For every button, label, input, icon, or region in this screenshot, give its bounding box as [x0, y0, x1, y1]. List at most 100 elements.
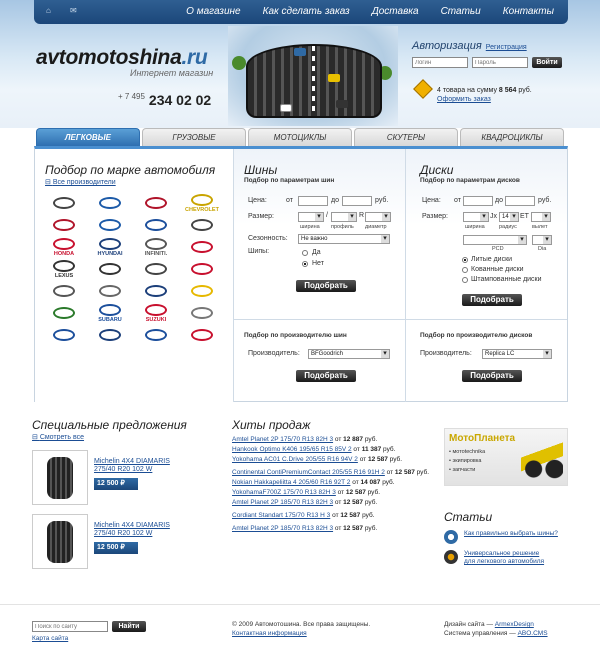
password-input[interactable]: [472, 57, 528, 68]
brand-gaz-logo[interactable]: [179, 324, 225, 346]
all-brands-label: Все производители: [52, 179, 116, 186]
cast-discs-radio[interactable]: [462, 257, 468, 263]
register-link[interactable]: Регистрация: [486, 44, 527, 51]
login-input[interactable]: [412, 57, 468, 68]
bestseller-link[interactable]: YokohamaF700Z 175/70 R13 82H 3: [232, 489, 336, 496]
all-brands-link[interactable]: ⊟ Все производители: [45, 178, 116, 186]
contacts-link[interactable]: Контактная информация: [232, 630, 307, 637]
site-search-input[interactable]: [32, 621, 108, 632]
brand-renault-logo[interactable]: [179, 280, 225, 302]
brand-volkswagen-logo[interactable]: [41, 324, 87, 346]
suzuki-logo-icon: [145, 303, 167, 316]
bestseller-link[interactable]: Hankook Optimo K406 195/65 R15 85V 2: [232, 446, 352, 453]
brand-mazda-logo[interactable]: [87, 258, 133, 280]
tire-width-select[interactable]: [298, 212, 324, 222]
brand-nissan-logo[interactable]: [41, 280, 87, 302]
brand-kia-logo[interactable]: [179, 236, 225, 258]
tire-price-label: Цена:: [248, 197, 267, 204]
bestseller-link[interactable]: Continental ContiPremiumContact 205/55 R…: [232, 469, 385, 476]
nav-articles[interactable]: Статьи: [441, 6, 481, 17]
logo-tld: .ru: [181, 46, 208, 69]
disc-offset-select[interactable]: [531, 212, 551, 222]
tire-search-button[interactable]: Подобрать: [296, 280, 356, 292]
brand-lexus-logo[interactable]: LEXUS: [41, 258, 87, 280]
brand-subaru-logo[interactable]: SUBARU: [87, 302, 133, 324]
brand-audi-logo[interactable]: [41, 192, 87, 214]
disc-price-from-input[interactable]: [463, 196, 493, 206]
season-select[interactable]: Не важно: [298, 234, 390, 244]
spikes-no-radio[interactable]: [302, 261, 308, 267]
disc-radius-select[interactable]: 14: [499, 212, 519, 222]
home-icon[interactable]: ⌂: [46, 7, 55, 15]
disc-search-button[interactable]: Подобрать: [462, 294, 522, 306]
bestseller-link[interactable]: Yokohama AC01 C.Drive 205/55 R16 94V 2: [232, 456, 358, 463]
tire-image[interactable]: [32, 514, 88, 569]
nav-about[interactable]: О магазине: [186, 6, 240, 17]
disc-maker-select[interactable]: Replica LC: [482, 349, 552, 359]
login-button[interactable]: Войти: [532, 57, 562, 68]
brand-label: CHEVROLET: [185, 206, 219, 213]
designer-link[interactable]: ArmexDesign: [495, 621, 534, 628]
sitemap-link[interactable]: Карта сайта: [32, 635, 68, 642]
site-logo[interactable]: avtomotoshina.ru: [36, 46, 208, 70]
site-search-button[interactable]: Найти: [112, 621, 146, 632]
brand-peugeot-logo[interactable]: [133, 280, 179, 302]
tire-maker-search-button[interactable]: Подобрать: [296, 370, 356, 382]
tire-price-from-input[interactable]: [298, 196, 328, 206]
brand-citroen-logo[interactable]: [41, 214, 87, 236]
tab-cars[interactable]: ЛЕГКОВЫЕ: [36, 128, 140, 146]
disc-price-to-input[interactable]: [505, 196, 535, 206]
brand-opel-logo[interactable]: [87, 280, 133, 302]
bestseller-link[interactable]: Amtel Planet 2P 185/70 R13 82H 3: [232, 499, 333, 506]
bestseller-link[interactable]: Amtel Planet 2P 185/70 R13 82H 3: [232, 525, 333, 532]
spikes-yes-radio[interactable]: [302, 250, 308, 256]
product-name-link[interactable]: Michelin 4X4 DIAMARIS 275/40 R20 102 W: [94, 458, 184, 474]
nav-how-to-order[interactable]: Как сделать заказ: [263, 6, 350, 17]
checkout-link[interactable]: Оформить заказ: [437, 96, 491, 103]
nav-contacts[interactable]: Контакты: [503, 6, 554, 17]
article-link[interactable]: Универсальное решение для легкового авто…: [464, 550, 544, 566]
brand-daewoo-logo[interactable]: [87, 214, 133, 236]
brand-suzuki-logo[interactable]: SUZUKI: [133, 302, 179, 324]
brand-volvo-logo[interactable]: [87, 324, 133, 346]
brand-bmw-logo[interactable]: [87, 192, 133, 214]
tab-motorcycles[interactable]: МОТОЦИКЛЫ: [248, 128, 352, 146]
tire-diameter-select[interactable]: [365, 212, 391, 222]
cms-link[interactable]: ABO.CMS: [518, 630, 548, 637]
stamped-discs-radio[interactable]: [462, 277, 468, 283]
brand-mitsubishi-logo[interactable]: [179, 258, 225, 280]
disc-width-select[interactable]: [463, 212, 489, 222]
brand-honda-logo[interactable]: HONDA: [41, 236, 87, 258]
bestseller-link[interactable]: Amtel Planet 2P 175/70 R13 82H 3: [232, 436, 333, 443]
tire-price-from-label: от: [286, 197, 293, 204]
brand-toyota-logo[interactable]: [179, 302, 225, 324]
bestseller-link[interactable]: Cordiant Standart 175/70 R13 H 3: [232, 512, 330, 519]
brand-hyundai-logo[interactable]: HYUNDAI: [87, 236, 133, 258]
nav-delivery[interactable]: Доставка: [372, 6, 419, 17]
disc-maker-search-button[interactable]: Подобрать: [462, 370, 522, 382]
tire-image[interactable]: [32, 450, 88, 505]
tire-maker-select[interactable]: BFGoodrich: [308, 349, 390, 359]
article-link[interactable]: Как правильно выбрать шины?: [464, 530, 558, 538]
brand-infiniti-logo[interactable]: INFINITI.: [133, 236, 179, 258]
pcd-select[interactable]: [463, 235, 527, 245]
brand-mercedes-logo[interactable]: [133, 258, 179, 280]
tire-profile-select[interactable]: [331, 212, 357, 222]
tab-trucks[interactable]: ГРУЗОВЫЕ: [142, 128, 246, 146]
tab-quads[interactable]: КВАДРОЦИКЛЫ: [460, 128, 564, 146]
bestseller-link[interactable]: Nokian Hakkapeliitta 4 205/60 R16 92T 2: [232, 479, 350, 486]
brand-chevrolet-blue-logo[interactable]: [133, 324, 179, 346]
brand-ford-logo[interactable]: [133, 214, 179, 236]
tab-scooters[interactable]: СКУТЕРЫ: [354, 128, 458, 146]
brand-chery-logo[interactable]: [133, 192, 179, 214]
brand-infiniti-like-logo[interactable]: [179, 214, 225, 236]
forged-discs-radio[interactable]: [462, 267, 468, 273]
product-name-link[interactable]: Michelin 4X4 DIAMARIS 275/40 R20 102 W: [94, 522, 184, 538]
brand-skoda-logo[interactable]: [41, 302, 87, 324]
moto-planet-banner[interactable]: МотоПланета • мотоtechnika • экипировка …: [444, 428, 568, 486]
brand-chevrolet-logo[interactable]: CHEVROLET: [179, 192, 225, 214]
mail-icon[interactable]: ✉: [70, 7, 79, 15]
see-all-link[interactable]: ⊟ Смотреть все: [32, 433, 84, 441]
dia-select[interactable]: [532, 235, 552, 245]
tire-price-to-input[interactable]: [342, 196, 372, 206]
